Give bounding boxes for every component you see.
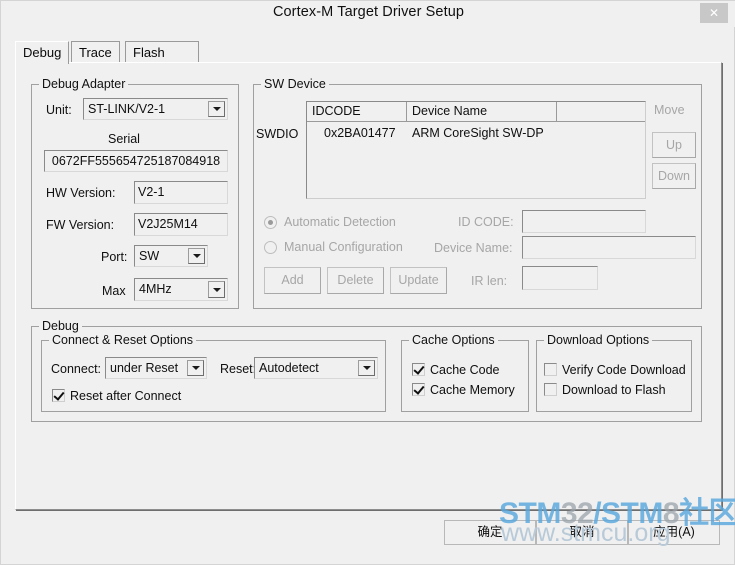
device-name-label: Device Name: xyxy=(434,241,513,255)
dialog-window: Cortex-M Target Driver Setup ✕ Debug Tra… xyxy=(0,0,735,565)
move-up-button[interactable]: Up xyxy=(652,132,696,158)
device-name-field[interactable] xyxy=(522,236,696,259)
reset-value: Autodetect xyxy=(259,361,319,375)
ok-button[interactable]: 确定 xyxy=(444,520,536,545)
chevron-down-icon[interactable] xyxy=(187,360,204,376)
max-label: Max xyxy=(102,284,126,298)
manual-configuration-label: Manual Configuration xyxy=(284,240,403,254)
cache-code-label: Cache Code xyxy=(430,363,500,377)
apply-button[interactable]: 应用(A) xyxy=(628,520,720,545)
reset-after-connect-label: Reset after Connect xyxy=(70,389,182,403)
move-label: Move xyxy=(654,103,685,117)
swdio-label: SWDIO xyxy=(256,127,299,141)
group-debug-adapter-legend: Debug Adapter xyxy=(39,77,129,91)
unit-label: Unit: xyxy=(46,103,72,117)
cell-device-name: ARM CoreSight SW-DP xyxy=(412,126,544,140)
column-header-extra xyxy=(557,102,645,121)
delete-button[interactable]: Delete xyxy=(327,267,384,294)
cell-idcode: 0x2BA01477 xyxy=(324,126,396,140)
reset-dropdown[interactable]: Autodetect xyxy=(254,357,378,379)
verify-code-download-checkbox[interactable] xyxy=(544,363,557,376)
max-clock-dropdown[interactable]: 4MHz xyxy=(134,278,228,301)
fw-version-label: FW Version: xyxy=(46,218,115,232)
port-dropdown[interactable]: SW xyxy=(134,245,208,267)
manual-configuration-radio[interactable] xyxy=(264,241,277,254)
automatic-detection-radio[interactable] xyxy=(264,216,277,229)
fw-version-field[interactable]: V2J25M14 xyxy=(134,213,228,236)
reset-after-connect-checkbox[interactable] xyxy=(52,389,65,402)
chevron-down-icon[interactable] xyxy=(208,101,225,117)
download-to-flash-label: Download to Flash xyxy=(562,383,666,397)
serial-field[interactable]: 0672FF555654725187084918 xyxy=(44,150,228,172)
cache-memory-checkbox[interactable] xyxy=(412,383,425,396)
tab-trace[interactable]: Trace xyxy=(71,41,120,63)
connect-label: Connect: xyxy=(51,362,102,376)
add-button[interactable]: Add xyxy=(264,267,321,294)
hw-version-field[interactable]: V2-1 xyxy=(134,181,228,204)
unit-dropdown[interactable]: ST-LINK/V2-1 xyxy=(83,98,228,120)
automatic-detection-label: Automatic Detection xyxy=(284,215,396,229)
close-icon[interactable]: ✕ xyxy=(700,3,728,23)
column-header-idcode: IDCODE xyxy=(307,102,407,121)
move-down-button[interactable]: Down xyxy=(652,163,696,189)
group-debug-legend: Debug xyxy=(39,319,82,333)
id-code-label: ID CODE: xyxy=(458,215,514,229)
unit-value: ST-LINK/V2-1 xyxy=(88,102,166,116)
group-connect-reset-legend: Connect & Reset Options xyxy=(49,333,197,347)
ir-len-label: IR len: xyxy=(471,274,508,288)
verify-code-download-label: Verify Code Download xyxy=(562,363,686,377)
download-to-flash-checkbox[interactable] xyxy=(544,383,557,396)
reset-label: Reset: xyxy=(220,362,257,376)
max-clock-value: 4MHz xyxy=(139,282,172,296)
connect-value: under Reset xyxy=(110,361,179,375)
tab-debug[interactable]: Debug xyxy=(15,41,70,64)
port-value: SW xyxy=(139,249,160,263)
cache-memory-label: Cache Memory xyxy=(430,383,515,397)
group-download-options-legend: Download Options xyxy=(544,333,653,347)
chevron-down-icon[interactable] xyxy=(358,360,375,376)
chevron-down-icon[interactable] xyxy=(208,281,225,298)
group-cache-options-legend: Cache Options xyxy=(409,333,498,347)
column-header-device-name: Device Name xyxy=(407,102,557,121)
device-list[interactable]: IDCODE Device Name 0x2BA01477 ARM CoreSi… xyxy=(306,101,646,199)
cancel-button[interactable]: 取消 xyxy=(536,520,628,545)
group-sw-device-legend: SW Device xyxy=(261,77,329,91)
connect-dropdown[interactable]: under Reset xyxy=(105,357,207,379)
chevron-down-icon[interactable] xyxy=(188,248,205,264)
id-code-field[interactable] xyxy=(522,210,646,233)
device-list-header: IDCODE Device Name xyxy=(307,102,645,122)
page-title: Cortex-M Target Driver Setup xyxy=(272,4,465,20)
serial-label: Serial xyxy=(108,132,140,146)
title-bar: Cortex-M Target Driver Setup ✕ xyxy=(1,1,735,27)
update-button[interactable]: Update xyxy=(390,267,447,294)
ir-len-field[interactable] xyxy=(522,266,598,290)
cache-code-checkbox[interactable] xyxy=(412,363,425,376)
port-label: Port: xyxy=(101,250,128,264)
tab-flash-download[interactable]: Flash Download xyxy=(125,41,199,82)
hw-version-label: HW Version: xyxy=(46,186,116,200)
